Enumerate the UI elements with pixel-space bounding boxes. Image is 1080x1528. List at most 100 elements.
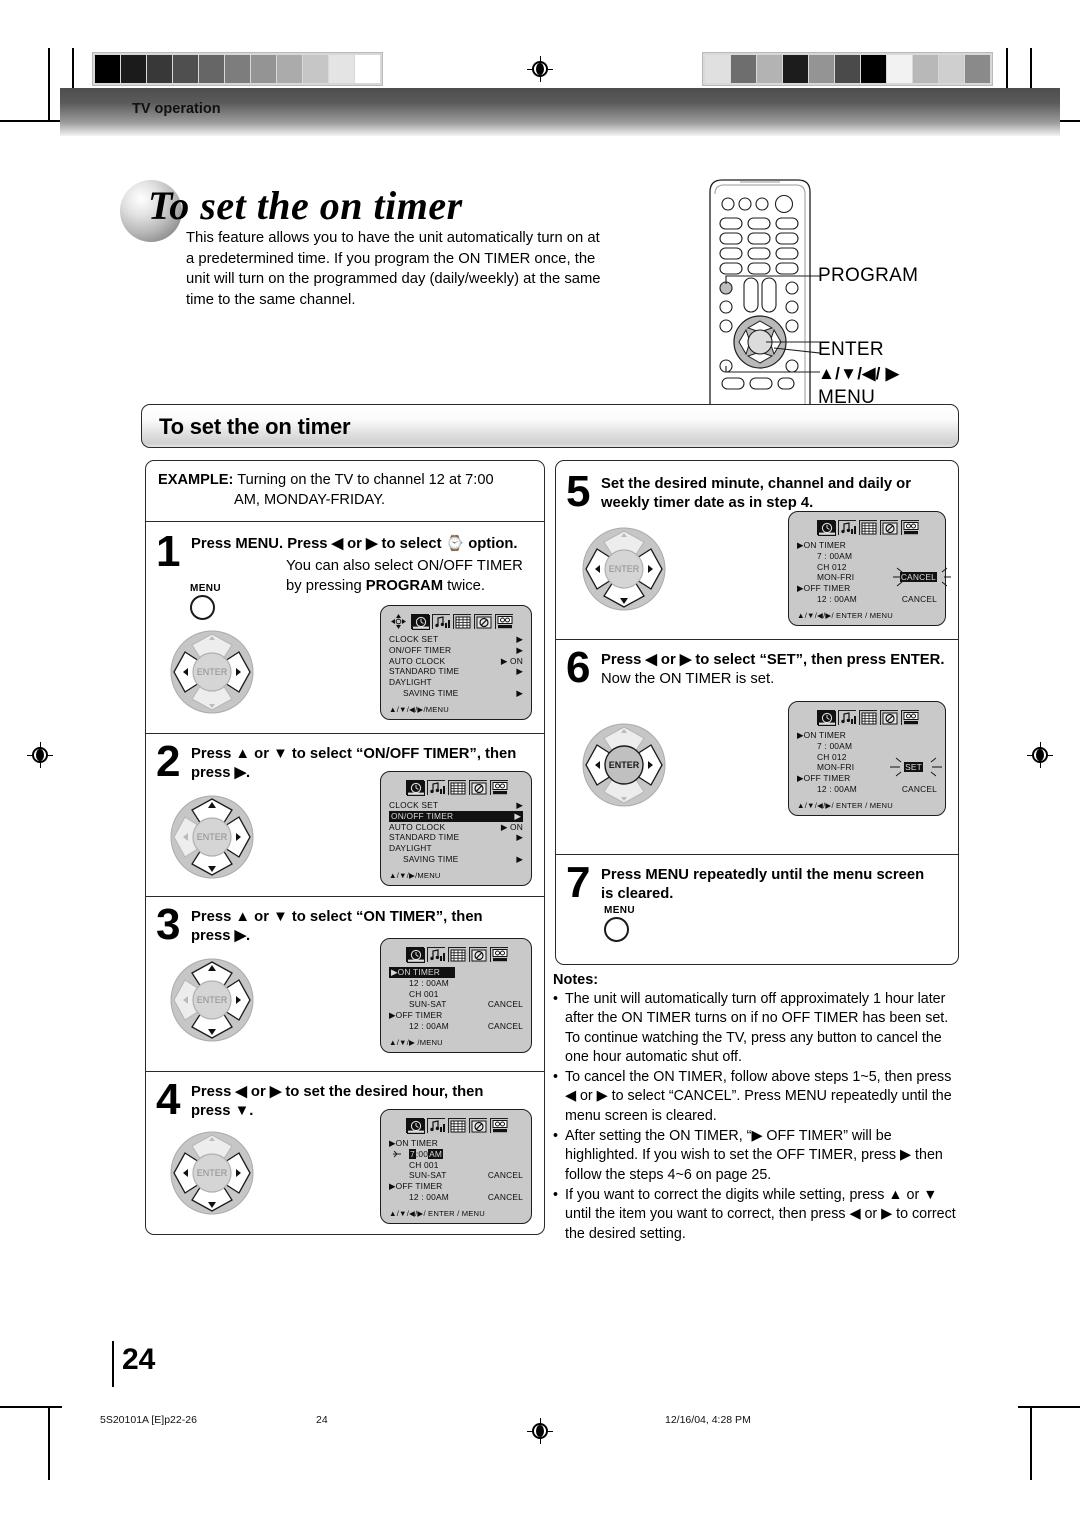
osd-off-time[interactable]: 12 : 00AM (797, 594, 857, 605)
step-4-instruction-line2: press ▼. (191, 1103, 254, 1119)
osd-menu-row[interactable]: CLOCK SET ▶ (389, 634, 523, 645)
osd-menu-row[interactable]: AUTO CLOCK ▶ ON (389, 822, 523, 833)
osd-timer-rows: ▶ON TIMER 12 : 00AM CH 001 SUN-SAT CANCEL… (389, 967, 523, 1032)
audio-icon[interactable] (427, 1118, 446, 1134)
osd-on-channel[interactable]: CH 012 (797, 562, 847, 573)
clock-icon[interactable] (406, 1118, 425, 1134)
osd-menu-row[interactable]: SAVING TIME ▶ (389, 854, 523, 865)
osd-off-time[interactable]: 12 : 00AM (797, 784, 857, 795)
osd-on-action[interactable]: CANCEL (488, 999, 523, 1010)
clock-icon[interactable] (411, 614, 430, 630)
menu-button-circle[interactable] (190, 595, 215, 620)
osd-off-time[interactable]: 12 : 00AM (389, 1021, 449, 1032)
no-signal-icon[interactable] (469, 947, 488, 963)
osd-menu-row[interactable]: STANDARD TIME ▶ (389, 666, 523, 677)
no-signal-icon[interactable] (880, 520, 899, 536)
audio-icon[interactable] (432, 614, 451, 630)
grid-icon[interactable] (448, 947, 467, 963)
osd-menu-row[interactable]: DAYLIGHT (389, 677, 523, 688)
menu-button-step1[interactable]: MENU (190, 583, 221, 620)
clock-icon[interactable] (406, 780, 425, 796)
osd-off-action[interactable]: CANCEL (902, 594, 937, 605)
section-heading-text: To set the on timer (159, 414, 351, 439)
audio-icon[interactable] (427, 780, 446, 796)
clock-icon[interactable] (817, 710, 836, 726)
osd-menu-row[interactable]: DAYLIGHT (389, 843, 523, 854)
osd-on-days[interactable]: SUN-SAT (389, 1170, 447, 1181)
dpad-step3[interactable]: ENTER (166, 954, 258, 1046)
no-signal-icon[interactable] (469, 1118, 488, 1134)
svg-text:ENTER: ENTER (609, 760, 640, 770)
osd-on-action[interactable]: CANCEL (488, 1170, 523, 1181)
osd-hour-field[interactable]: 7 (409, 1148, 416, 1159)
osd-on-channel[interactable]: CH 001 (389, 1160, 439, 1171)
osd-on-action-flashing[interactable]: CANCEL (892, 568, 951, 587)
osd-menu-row-value: ▶ (516, 634, 523, 644)
osd-menu-row[interactable]: ON/OFF TIMER ▶ (389, 645, 523, 656)
color-swatch (757, 55, 782, 83)
menu-button-step7[interactable]: MENU (604, 905, 635, 942)
osd-menu-row[interactable]: CLOCK SET ▶ (389, 800, 523, 811)
dpad-step5[interactable]: ENTER (578, 523, 670, 615)
audio-icon[interactable] (838, 520, 857, 536)
osd-on-timer-label[interactable]: ▶ON TIMER (797, 730, 846, 741)
caption-icon[interactable] (901, 710, 920, 726)
dpad-step6[interactable]: ENTER (578, 719, 670, 811)
dpad-step4[interactable]: ENTER (166, 1127, 258, 1219)
osd-minute-field[interactable]: 00 (418, 1149, 428, 1159)
osd-on-time[interactable]: 7 : 00AM (797, 741, 852, 752)
menu-button-circle[interactable] (604, 917, 629, 942)
step-3-number: 3 (156, 900, 181, 949)
step-4-instruction-line1: Press ◀ or ▶ to set the desired hour, th… (191, 1084, 484, 1100)
grid-icon[interactable] (453, 614, 472, 630)
osd-on-timer-label[interactable]: ▶ON TIMER (389, 1138, 438, 1149)
osd-on-time[interactable]: 7 : 00AM (797, 551, 852, 562)
caption-icon[interactable] (490, 1118, 509, 1134)
grid-icon[interactable] (859, 710, 878, 726)
grid-icon[interactable] (859, 520, 878, 536)
audio-icon[interactable] (838, 710, 857, 726)
grid-icon[interactable] (448, 780, 467, 796)
callout-arrows: ▲/▼/◀/ ▶ (818, 364, 900, 383)
osd-off-timer-label[interactable]: ▶OFF TIMER (389, 1010, 442, 1021)
osd-on-days[interactable]: SUN-SAT (389, 999, 447, 1010)
no-signal-icon[interactable] (474, 614, 493, 630)
caption-icon[interactable] (901, 520, 920, 536)
clock-icon[interactable] (817, 520, 836, 536)
osd-on-channel[interactable]: CH 012 (797, 752, 847, 763)
osd-off-action[interactable]: CANCEL (488, 1192, 523, 1203)
osd-on-timer-label[interactable]: ▶ON TIMER (797, 540, 846, 551)
osd-menu-row[interactable]: STANDARD TIME ▶ (389, 832, 523, 843)
osd-off-time[interactable]: 12 : 00AM (389, 1192, 449, 1203)
osd-off-action[interactable]: CANCEL (488, 1021, 523, 1032)
osd-off-timer-label[interactable]: ▶OFF TIMER (797, 773, 850, 784)
color-swatch (251, 55, 276, 83)
osd-off-timer-label[interactable]: ▶OFF TIMER (797, 583, 850, 594)
svg-text:ENTER: ENTER (197, 995, 228, 1005)
caption-icon[interactable] (490, 780, 509, 796)
osd-on-action-flashing[interactable]: SET (890, 758, 943, 777)
osd-off-timer-label[interactable]: ▶OFF TIMER (389, 1181, 442, 1192)
notes-list: • The unit will automatically turn off ap… (553, 990, 963, 1244)
caption-icon[interactable] (490, 947, 509, 963)
clock-icon[interactable] (406, 947, 425, 963)
osd-on-channel[interactable]: CH 001 (389, 989, 439, 1000)
grid-icon[interactable] (448, 1118, 467, 1134)
example-line1: Turning on the TV to channel 12 at 7:00 (237, 472, 494, 488)
osd-on-days[interactable]: MON-FRI (797, 762, 854, 773)
osd-on-timer-label[interactable]: ▶ON TIMER (389, 967, 455, 978)
osd-on-time[interactable]: 12 : 00AM (389, 978, 449, 989)
no-signal-icon[interactable] (469, 780, 488, 796)
osd-menu-row[interactable]: SAVING TIME ▶ (389, 688, 523, 699)
osd-on-days[interactable]: MON-FRI (797, 572, 854, 583)
dpad-step2[interactable]: ENTER (166, 791, 258, 883)
osd-menu-row[interactable]: ON/OFF TIMER ▶ (389, 810, 523, 822)
caption-icon[interactable] (495, 614, 514, 630)
color-swatch (355, 55, 380, 83)
osd-off-action[interactable]: CANCEL (902, 784, 937, 795)
osd-meridiem-field[interactable]: AM (428, 1148, 444, 1159)
audio-icon[interactable] (427, 947, 446, 963)
dpad-step1[interactable]: ENTER (166, 626, 258, 718)
osd-menu-row[interactable]: AUTO CLOCK ▶ ON (389, 656, 523, 667)
no-signal-icon[interactable] (880, 710, 899, 726)
